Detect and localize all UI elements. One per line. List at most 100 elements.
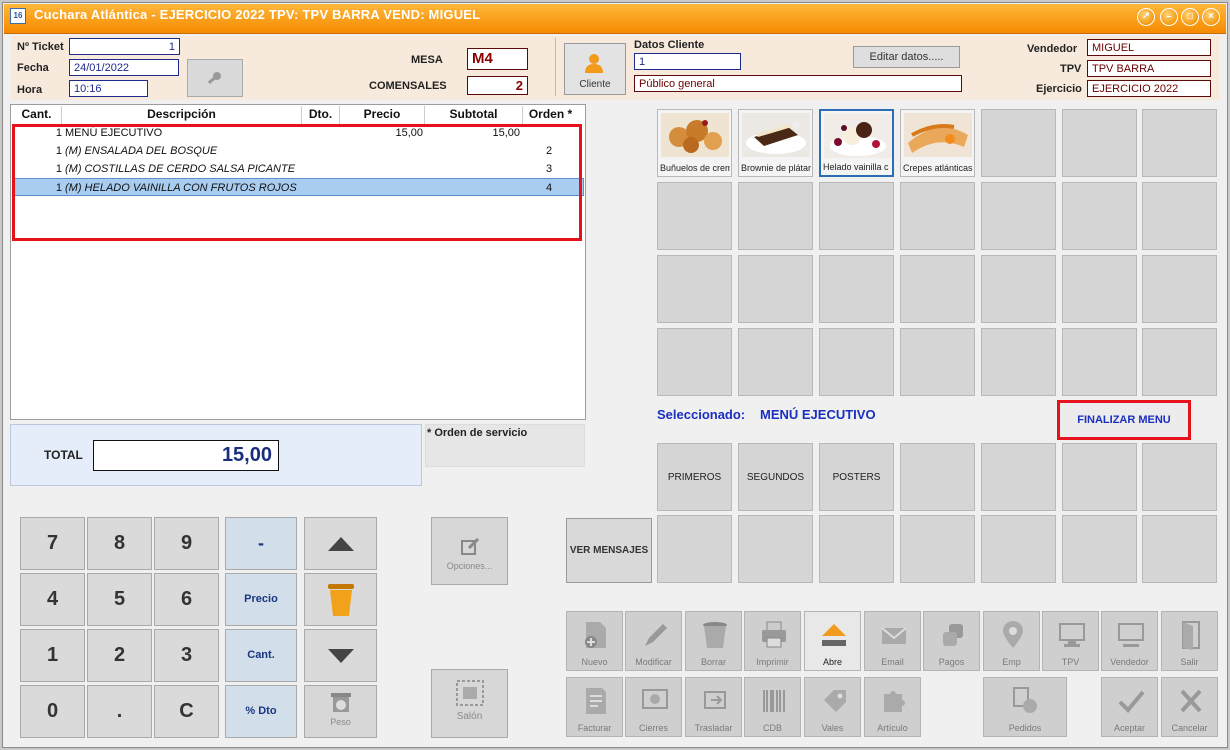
- close-icon[interactable]: ×: [1202, 8, 1220, 26]
- key-2[interactable]: 2: [87, 629, 152, 682]
- family-slot-empty[interactable]: [738, 515, 813, 583]
- family-slot-empty[interactable]: [1062, 443, 1137, 511]
- cancelar-button[interactable]: Cancelar: [1161, 677, 1218, 737]
- product-slot-empty[interactable]: [1062, 255, 1137, 323]
- product-bunuelos[interactable]: Buñuelos de crem: [657, 109, 732, 177]
- pedidos-button[interactable]: Pedidos: [983, 677, 1067, 737]
- product-slot-empty[interactable]: [1142, 255, 1217, 323]
- articulo-button[interactable]: Artículo: [864, 677, 921, 737]
- minimize-icon[interactable]: –: [1160, 8, 1178, 26]
- facturar-button[interactable]: Facturar: [566, 677, 623, 737]
- cierres-button[interactable]: Cierres: [625, 677, 682, 737]
- tpv-button[interactable]: TPV: [1042, 611, 1099, 671]
- product-slot-empty[interactable]: [900, 182, 975, 250]
- down-button[interactable]: [304, 629, 377, 682]
- product-slot-empty[interactable]: [819, 255, 894, 323]
- fecha-field[interactable]: 24/01/2022: [69, 59, 179, 76]
- family-primeros[interactable]: PRIMEROS: [657, 443, 732, 511]
- family-slot-empty[interactable]: [1142, 443, 1217, 511]
- product-slot-empty[interactable]: [981, 328, 1056, 396]
- key-9[interactable]: 9: [154, 517, 219, 570]
- product-slot-empty[interactable]: [1142, 109, 1217, 177]
- hora-field[interactable]: 10:16: [69, 80, 148, 97]
- product-slot-empty[interactable]: [900, 255, 975, 323]
- ticket-field[interactable]: 1: [69, 38, 180, 55]
- family-slot-empty[interactable]: [1062, 515, 1137, 583]
- finalizar-menu-button[interactable]: FINALIZAR MENU: [1057, 400, 1191, 440]
- product-slot-empty[interactable]: [981, 255, 1056, 323]
- ver-mensajes-button[interactable]: VER MENSAJES: [566, 518, 652, 583]
- cant-button[interactable]: Cant.: [225, 629, 297, 682]
- key-7[interactable]: 7: [20, 517, 85, 570]
- product-slot-empty[interactable]: [981, 182, 1056, 250]
- family-slot-empty[interactable]: [981, 515, 1056, 583]
- trasladar-button[interactable]: Trasladar: [685, 677, 742, 737]
- product-slot-empty[interactable]: [1062, 328, 1137, 396]
- product-slot-empty[interactable]: [738, 328, 813, 396]
- product-slot-empty[interactable]: [1062, 109, 1137, 177]
- product-slot-empty[interactable]: [819, 328, 894, 396]
- key-4[interactable]: 4: [20, 573, 85, 626]
- key-1[interactable]: 1: [20, 629, 85, 682]
- vendedor-button[interactable]: Vendedor: [1101, 611, 1158, 671]
- dto-button[interactable]: % Dto: [225, 685, 297, 738]
- comensales-field[interactable]: 2: [467, 76, 528, 95]
- imprimir-button[interactable]: Imprimir: [744, 611, 801, 671]
- family-slot-empty[interactable]: [981, 443, 1056, 511]
- key-8[interactable]: 8: [87, 517, 152, 570]
- family-slot-empty[interactable]: [819, 515, 894, 583]
- salon-button[interactable]: Salón: [431, 669, 508, 738]
- maximize-icon[interactable]: □: [1181, 8, 1199, 26]
- ejercicio-field[interactable]: EJERCICIO 2022: [1087, 80, 1211, 97]
- cliente-nombre-field[interactable]: Público general: [634, 75, 962, 92]
- product-slot-empty[interactable]: [1142, 182, 1217, 250]
- product-slot-empty[interactable]: [738, 255, 813, 323]
- email-button[interactable]: Email: [864, 611, 921, 671]
- key-0[interactable]: 0: [20, 685, 85, 738]
- key-decimal[interactable]: .: [87, 685, 152, 738]
- key-5[interactable]: 5: [87, 573, 152, 626]
- product-crepes[interactable]: Crepes atlánticas: [900, 109, 975, 177]
- product-slot-empty[interactable]: [1142, 328, 1217, 396]
- product-slot-empty[interactable]: [1062, 182, 1137, 250]
- tpv-field[interactable]: TPV BARRA: [1087, 60, 1211, 77]
- product-slot-empty[interactable]: [819, 182, 894, 250]
- product-brownie[interactable]: Brownie de plátar: [738, 109, 813, 177]
- key-3[interactable]: 3: [154, 629, 219, 682]
- key-6[interactable]: 6: [154, 573, 219, 626]
- editar-datos-button[interactable]: Editar datos.....: [853, 46, 960, 68]
- product-slot-empty[interactable]: [657, 255, 732, 323]
- precio-button[interactable]: Precio: [225, 573, 297, 626]
- aceptar-button[interactable]: Aceptar: [1101, 677, 1158, 737]
- nuevo-button[interactable]: Nuevo: [566, 611, 623, 671]
- cliente-codigo-field[interactable]: 1: [634, 53, 741, 70]
- modificar-button[interactable]: Modificar: [625, 611, 682, 671]
- family-posters[interactable]: POSTERS: [819, 443, 894, 511]
- product-helado[interactable]: Helado vainilla c: [819, 109, 894, 177]
- vendedor-field[interactable]: MIGUEL: [1087, 39, 1211, 56]
- peso-button[interactable]: Peso: [304, 685, 377, 738]
- family-slot-empty[interactable]: [900, 443, 975, 511]
- product-slot-empty[interactable]: [657, 328, 732, 396]
- family-slot-empty[interactable]: [657, 515, 732, 583]
- borrar-button[interactable]: Borrar: [685, 611, 742, 671]
- key-minus[interactable]: -: [225, 517, 297, 570]
- abre-button[interactable]: Abre: [804, 611, 861, 671]
- cdb-button[interactable]: CDB: [744, 677, 801, 737]
- product-slot-empty[interactable]: [900, 328, 975, 396]
- product-slot-empty[interactable]: [738, 182, 813, 250]
- opciones-button[interactable]: Opciones...: [431, 517, 508, 585]
- pagos-button[interactable]: Pagos: [923, 611, 980, 671]
- up-button[interactable]: [304, 517, 377, 570]
- mesa-field[interactable]: M4: [467, 48, 528, 70]
- product-slot-empty[interactable]: [981, 109, 1056, 177]
- key-button[interactable]: [187, 59, 243, 97]
- vales-button[interactable]: Vales: [804, 677, 861, 737]
- pin-icon[interactable]: ↗: [1137, 8, 1155, 26]
- family-slot-empty[interactable]: [900, 515, 975, 583]
- product-slot-empty[interactable]: [657, 182, 732, 250]
- emp-button[interactable]: Emp: [983, 611, 1040, 671]
- family-segundos[interactable]: SEGUNDOS: [738, 443, 813, 511]
- key-clear[interactable]: C: [154, 685, 219, 738]
- trash-button[interactable]: [304, 573, 377, 626]
